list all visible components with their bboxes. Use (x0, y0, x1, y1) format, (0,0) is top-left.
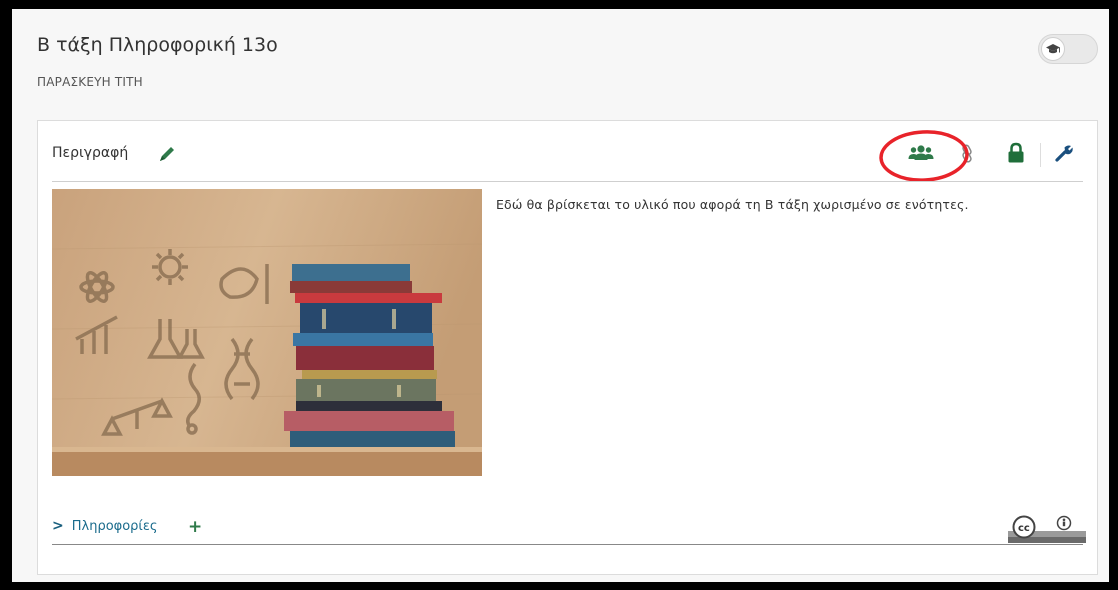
lock-icon[interactable] (1004, 140, 1028, 166)
description-text: Εδώ θα βρίσκεται το υλικό που αφορά τη Β… (496, 197, 969, 212)
svg-text:cc: cc (1018, 523, 1030, 534)
toolbar-divider (1040, 143, 1041, 167)
course-teacher: ΠΑΡΑΣΚΕΥΗ ΤΙΤΗ (37, 75, 143, 89)
info-label: Πληροφορίες (71, 518, 158, 534)
chevron-right-icon: > (52, 518, 64, 534)
course-title: Β τάξη Πληροφορική 13ο (37, 34, 278, 56)
plus-icon[interactable]: + (188, 517, 202, 537)
student-view-toggle[interactable] (1038, 34, 1098, 64)
info-expander[interactable]: > Πληροφορίες (52, 518, 158, 534)
wrench-icon[interactable] (1051, 140, 1077, 166)
link-icon[interactable] (955, 140, 979, 166)
footer-divider (52, 544, 1083, 545)
creative-commons-icon[interactable]: cc (1008, 513, 1086, 543)
header-divider (52, 181, 1083, 182)
pencil-icon[interactable] (156, 143, 178, 165)
panel-title: Περιγραφή (52, 145, 129, 161)
users-icon[interactable] (906, 140, 936, 166)
description-image (52, 189, 482, 476)
description-panel: Περιγραφή Εδώ θα βρίσκεται το υλικό που … (37, 120, 1098, 575)
course-page: Β τάξη Πληροφορική 13ο ΠΑΡΑΣΚΕΥΗ ΤΙΤΗ Πε… (12, 9, 1109, 582)
graduation-cap-icon (1041, 37, 1065, 61)
